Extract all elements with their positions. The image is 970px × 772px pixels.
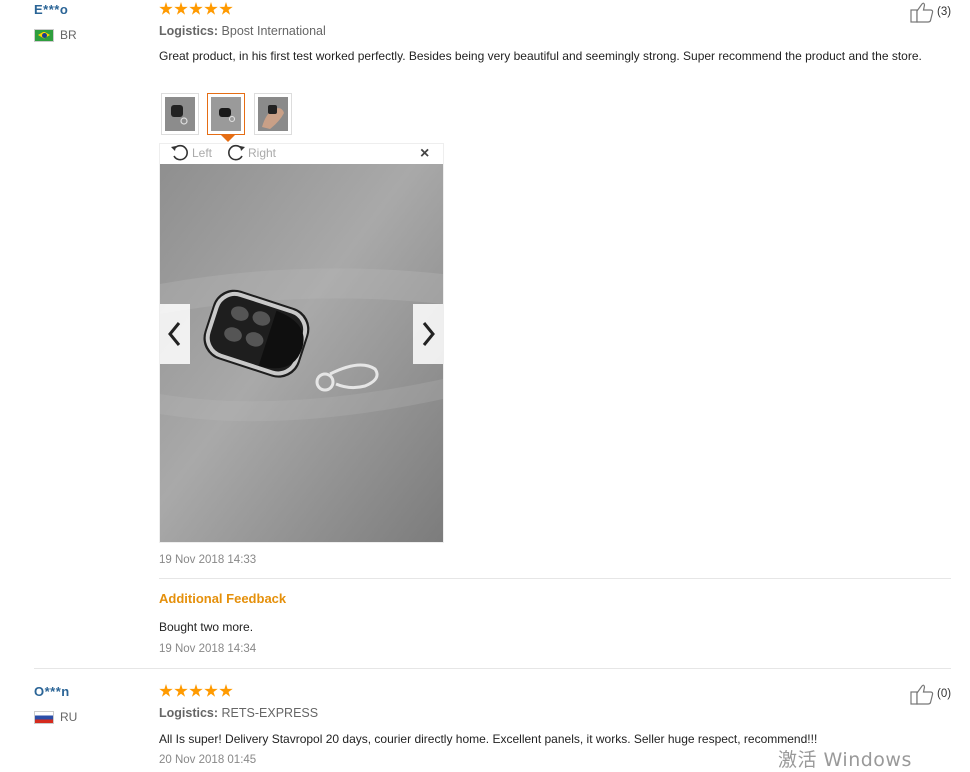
next-photo-button[interactable] — [413, 304, 443, 364]
additional-feedback-title: Additional Feedback — [159, 591, 287, 606]
star-rating — [159, 684, 233, 698]
photo-thumbnail-image — [165, 97, 195, 131]
reviewer-name[interactable]: E***o — [34, 2, 68, 17]
logistics-info: Logistics: Bpost International — [159, 24, 326, 38]
helpful-button[interactable]: (0) — [910, 683, 951, 705]
star-icon — [174, 684, 188, 697]
rotate-right-button[interactable]: Right — [226, 144, 276, 162]
star-icon — [159, 684, 173, 697]
chevron-left-icon — [168, 322, 181, 346]
star-icon — [189, 684, 203, 697]
logistics-value: RETS-EXPRESS — [221, 706, 319, 720]
photo-thumbnail-image — [211, 97, 241, 131]
review-text: Great product, in his first test worked … — [159, 49, 922, 63]
star-icon — [219, 684, 233, 697]
review-photo-large — [160, 164, 443, 542]
brazil-flag-icon — [34, 28, 54, 42]
logistics-label: Logistics: — [159, 706, 219, 720]
close-viewer-button[interactable]: × — [420, 146, 429, 162]
rotate-left-button[interactable]: Left — [170, 144, 212, 162]
helpful-count: (3) — [937, 6, 952, 18]
helpful-button[interactable]: (3) — [910, 1, 951, 23]
review-photo-thumbnail[interactable] — [161, 93, 199, 135]
thumbs-up-icon — [910, 2, 934, 23]
star-icon — [204, 684, 218, 697]
reviewer-country: RU — [34, 710, 77, 724]
star-icon — [189, 2, 203, 15]
photo-thumbnail-image — [258, 97, 288, 131]
additional-feedback-text: Bought two more. — [159, 620, 254, 634]
logistics-info: Logistics: RETS-EXPRESS — [159, 706, 318, 720]
logistics-value: Bpost International — [221, 24, 326, 38]
rotate-right-label: Right — [248, 146, 277, 160]
reviewer-name[interactable]: O***n — [34, 684, 70, 699]
reviewer-country: BR — [34, 28, 77, 42]
country-code: BR — [60, 28, 77, 42]
previous-photo-button[interactable] — [160, 304, 190, 364]
star-rating — [159, 2, 233, 16]
helpful-count: (0) — [937, 688, 952, 700]
star-icon — [159, 2, 173, 15]
rotate-left-label: Left — [192, 146, 213, 160]
review-photo-thumbnail-active[interactable] — [207, 93, 245, 135]
review-date: 19 Nov 2018 14:33 — [159, 554, 257, 566]
star-icon — [174, 2, 188, 15]
additional-feedback-date: 19 Nov 2018 14:34 — [159, 643, 257, 655]
review-divider — [34, 668, 951, 669]
russia-flag-icon — [34, 710, 54, 724]
country-code: RU — [60, 710, 78, 724]
feedback-divider — [159, 578, 951, 579]
review-photo-thumbnail[interactable] — [254, 93, 292, 135]
logistics-label: Logistics: — [159, 24, 219, 38]
rotate-right-icon — [228, 144, 245, 161]
thumbs-up-icon — [910, 684, 934, 705]
chevron-right-icon — [422, 322, 435, 346]
active-thumbnail-pointer — [221, 135, 235, 142]
star-icon — [204, 2, 218, 15]
activation-watermark: 激活 Windows — [778, 749, 912, 771]
rotate-left-icon — [171, 144, 188, 161]
review-date: 20 Nov 2018 01:45 — [159, 754, 257, 766]
star-icon — [219, 2, 233, 15]
